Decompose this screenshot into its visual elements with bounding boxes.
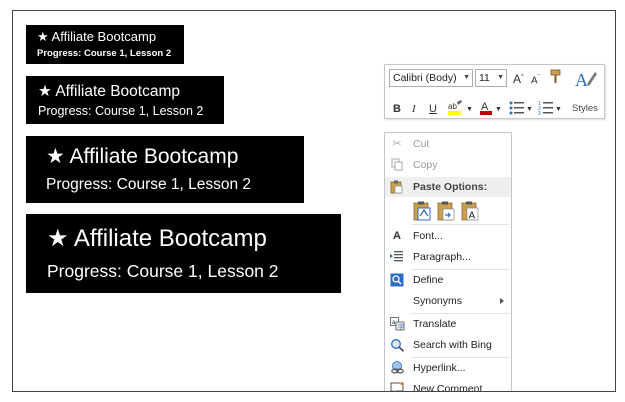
banner-title: ★ Affiliate Bootcamp [37, 29, 157, 44]
svg-text:字: 字 [398, 323, 404, 331]
define-icon [389, 273, 405, 288]
menu-item-label: Search with Bing [413, 339, 492, 351]
banner-title: ★ Affiliate Bootcamp [38, 83, 180, 100]
submenu-arrow-icon [500, 298, 504, 304]
grow-font-icon[interactable]: A^ [513, 70, 524, 86]
banner-title: ★ Affiliate Bootcamp [47, 225, 267, 252]
chevron-down-icon[interactable]: ▼ [555, 103, 562, 117]
banner-progress: Progress: Course 1, Lesson 2 [37, 48, 172, 59]
chevron-down-icon[interactable]: ▼ [495, 103, 502, 117]
font-size-value: 11 [479, 72, 490, 84]
menu-item-translate[interactable]: a字 Translate [385, 314, 511, 335]
banner-progress: Progress: Course 1, Lesson 2 [38, 104, 204, 118]
context-menu: ✂ Cut Copy Paste Options: A A Font... Pa… [384, 132, 512, 392]
paste-options-label: Paste Options: [413, 181, 488, 193]
menu-item-label: Synonyms [413, 295, 463, 307]
font-size-dropdown[interactable]: 11 ▼ [475, 69, 507, 87]
chevron-down-icon[interactable]: ▼ [466, 103, 473, 117]
mini-toolbar: Calibri (Body) ▼ 11 ▼ A^ Aˇ A Styles B I… [384, 64, 605, 119]
banner-progress: Progress: Course 1, Lesson 2 [47, 261, 279, 281]
menu-item-cut[interactable]: ✂ Cut [385, 134, 511, 155]
scissors-icon: ✂ [392, 138, 402, 150]
banner-xlarge: ★ Affiliate Bootcamp Progress: Course 1,… [26, 214, 341, 293]
menu-item-define[interactable]: Define [385, 270, 511, 291]
menu-item-label: Translate [413, 318, 457, 330]
font-icon: A [393, 230, 401, 242]
menu-item-label: Paragraph... [413, 251, 471, 263]
numbering-icon[interactable]: 123 [538, 100, 554, 119]
paste-text-only-icon[interactable]: A [461, 201, 480, 222]
menu-item-label: Copy [413, 159, 438, 171]
clipboard-icon [390, 180, 403, 201]
paste-merge-formatting-icon[interactable] [437, 201, 456, 221]
paste-options-row: A [411, 199, 509, 223]
font-name-value: Calibri (Body) [393, 72, 457, 84]
banner-medium: ★ Affiliate Bootcamp Progress: Course 1,… [26, 76, 224, 124]
banner-small: ★ Affiliate Bootcamp Progress: Course 1,… [26, 25, 184, 64]
menu-item-copy[interactable]: Copy [385, 155, 511, 176]
chevron-down-icon: ▼ [463, 74, 470, 81]
bold-icon[interactable]: B [393, 102, 401, 116]
menu-item-label: Cut [413, 138, 430, 150]
bullets-icon[interactable] [509, 100, 525, 119]
banner-progress: Progress: Course 1, Lesson 2 [46, 176, 252, 193]
copy-icon [389, 158, 405, 173]
menu-separator [411, 224, 509, 225]
translate-icon: a字 [389, 317, 405, 332]
menu-item-label: Hyperlink... [413, 362, 466, 374]
menu-item-paragraph[interactable]: Paragraph... [385, 247, 511, 268]
chevron-down-icon: ▼ [497, 74, 504, 81]
paste-keep-formatting-icon[interactable] [413, 201, 432, 221]
menu-item-label: Define [413, 274, 444, 286]
banner-title: ★ Affiliate Bootcamp [46, 145, 239, 168]
styles-label[interactable]: Styles [572, 103, 598, 114]
svg-text:A: A [469, 211, 476, 222]
document-canvas: ★ Affiliate Bootcamp Progress: Course 1,… [12, 10, 616, 392]
highlight-icon[interactable]: ab [447, 99, 465, 120]
italic-icon[interactable]: I [412, 102, 416, 116]
menu-item-label: Font... [413, 230, 443, 242]
format-painter-icon[interactable] [549, 69, 563, 88]
paragraph-icon [389, 250, 405, 265]
menu-item-hyperlink[interactable]: Hyperlink... [385, 358, 511, 379]
paste-options-header: Paste Options: [385, 177, 511, 197]
shrink-font-icon[interactable]: Aˇ [531, 71, 540, 88]
comment-icon [389, 381, 405, 391]
menu-item-search-with-bing[interactable]: Search with Bing [385, 335, 511, 356]
svg-text:3: 3 [538, 111, 541, 115]
search-icon [389, 338, 405, 353]
chevron-down-icon[interactable]: ▼ [526, 103, 533, 117]
menu-item-new-comment[interactable]: New Comment [385, 379, 511, 392]
font-color-icon[interactable]: A [479, 99, 493, 120]
svg-text:ab: ab [448, 102, 457, 111]
menu-item-synonyms[interactable]: Synonyms [385, 291, 511, 312]
menu-item-label: New Comment [413, 383, 483, 392]
underline-icon[interactable]: U [429, 102, 437, 116]
styles-icon[interactable]: A [573, 68, 599, 96]
menu-item-font[interactable]: A Font... [385, 226, 511, 247]
hyperlink-icon [389, 361, 405, 376]
banner-large: ★ Affiliate Bootcamp Progress: Course 1,… [26, 136, 304, 203]
font-name-dropdown[interactable]: Calibri (Body) ▼ [389, 69, 473, 87]
svg-text:A: A [575, 70, 588, 90]
